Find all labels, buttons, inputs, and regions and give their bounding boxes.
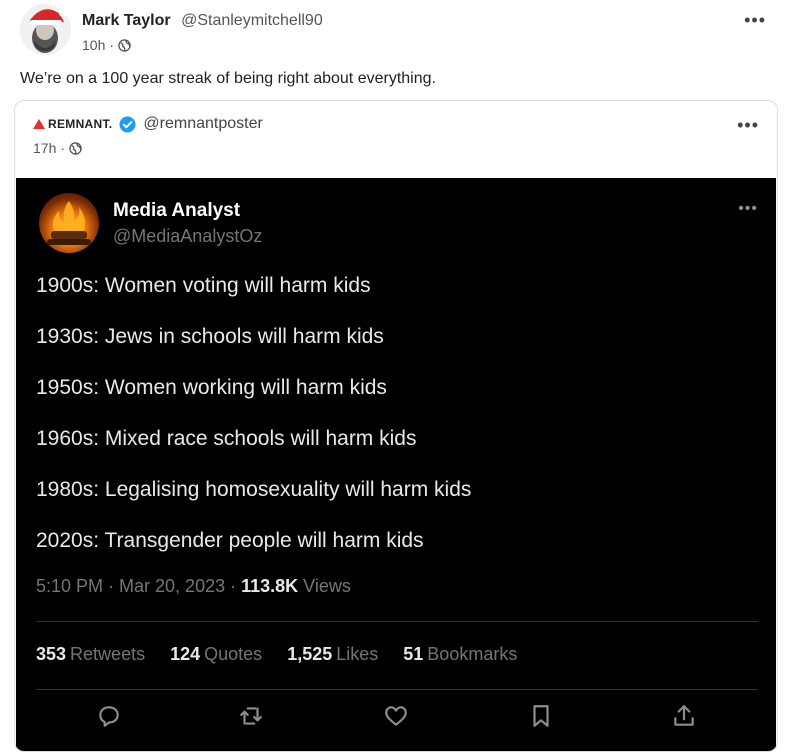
quote-more-options-icon[interactable]: ••• bbox=[737, 115, 759, 136]
quote-meta: 17h · bbox=[33, 140, 82, 156]
quote-time[interactable]: 17h bbox=[33, 140, 56, 156]
verified-badge-icon bbox=[119, 115, 136, 133]
globe-icon bbox=[69, 141, 82, 155]
avatar-santa-image bbox=[20, 4, 71, 55]
embedded-author-name: Media Analyst bbox=[113, 200, 241, 221]
divider bbox=[36, 689, 758, 690]
remnant-logo-icon bbox=[33, 119, 45, 129]
meta-separator: · bbox=[109, 37, 115, 53]
retweet-icon bbox=[238, 703, 268, 733]
reply-icon bbox=[96, 703, 126, 733]
post-meta: 10h · bbox=[82, 37, 131, 53]
engagement-stats: 353 Retweets 124 Quotes 1,525 Likes 51 Bookm… bbox=[36, 644, 517, 665]
author-handle[interactable]: @Stanleymitchell90 bbox=[181, 12, 323, 29]
embedded-more-icon: ••• bbox=[738, 200, 758, 217]
views-count: 113.8K bbox=[241, 576, 299, 596]
quoted-post-card[interactable]: REMNANT. @remnantposter 17h · ••• Media … bbox=[14, 100, 778, 752]
embedded-author-handle: @MediaAnalystOz bbox=[113, 226, 263, 246]
embedded-action-bar bbox=[16, 703, 776, 733]
tweet-line: 1900s: Women voting will harm kids bbox=[36, 274, 371, 297]
embedded-tweet-screenshot[interactable]: Media Analyst @MediaAnalystOz ••• 1900s:… bbox=[16, 178, 776, 751]
quote-header: REMNANT. @remnantposter bbox=[33, 115, 263, 133]
tweet-line: 1980s: Legalising homosexuality will har… bbox=[36, 478, 472, 501]
stat-likes: 1,525 Likes bbox=[287, 644, 379, 664]
post-header: Mark Taylor @Stanleymitchell90 10h · ••• bbox=[20, 4, 780, 60]
share-icon bbox=[671, 703, 701, 733]
stat-bookmarks: 51 Bookmarks bbox=[403, 644, 518, 664]
fire-icon bbox=[47, 201, 91, 245]
tweet-line: 2020s: Transgender people will harm kids bbox=[36, 529, 424, 552]
remnant-brand[interactable]: REMNANT. bbox=[33, 117, 112, 131]
embedded-timestamp: 5:10 PM · Mar 20, 2023 · 113.8K Views bbox=[36, 576, 351, 597]
media-analyst-avatar bbox=[39, 193, 99, 253]
tweet-line: 1930s: Jews in schools will harm kids bbox=[36, 325, 384, 348]
stat-retweets: 353 Retweets bbox=[36, 644, 146, 664]
stat-quotes: 124 Quotes bbox=[170, 644, 263, 664]
author-line: Mark Taylor @Stanleymitchell90 bbox=[82, 12, 323, 30]
post-more-options-icon[interactable]: ••• bbox=[744, 10, 766, 31]
globe-icon bbox=[118, 38, 131, 52]
tweet-line: 1950s: Women working will harm kids bbox=[36, 376, 387, 399]
quote-meta-separator: · bbox=[60, 140, 66, 156]
views-label: Views bbox=[303, 576, 351, 596]
post-time[interactable]: 10h bbox=[82, 37, 105, 53]
author-avatar[interactable] bbox=[20, 4, 71, 55]
like-icon bbox=[383, 703, 413, 733]
divider bbox=[36, 621, 758, 622]
author-name[interactable]: Mark Taylor bbox=[82, 12, 171, 29]
quote-handle[interactable]: @remnantposter bbox=[143, 115, 262, 133]
timestamp-text: 5:10 PM · Mar 20, 2023 · bbox=[36, 576, 242, 596]
bookmark-icon bbox=[528, 703, 558, 733]
post-text: We’re on a 100 year streak of being righ… bbox=[20, 70, 436, 87]
remnant-brand-name: REMNANT. bbox=[48, 117, 113, 131]
tweet-line: 1960s: Mixed race schools will harm kids bbox=[36, 427, 417, 450]
